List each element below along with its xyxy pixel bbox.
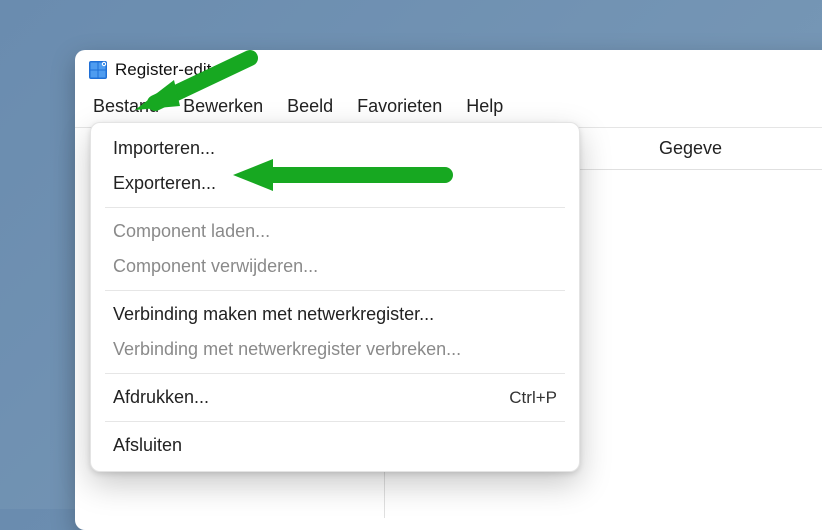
menu-import[interactable]: Importeren... bbox=[91, 131, 579, 166]
menu-separator bbox=[105, 207, 565, 208]
menu-separator bbox=[105, 421, 565, 422]
menu-beeld[interactable]: Beeld bbox=[275, 90, 345, 123]
menu-item-label: Importeren... bbox=[113, 138, 215, 159]
menu-disconnect-network: Verbinding met netwerkregister verbreken… bbox=[91, 332, 579, 367]
column-header-data[interactable]: Gegeve bbox=[645, 128, 822, 169]
menu-item-shortcut: Ctrl+P bbox=[509, 388, 557, 408]
menu-print[interactable]: Afdrukken... Ctrl+P bbox=[91, 380, 579, 415]
menu-unload-hive: Component verwijderen... bbox=[91, 249, 579, 284]
menu-load-hive: Component laden... bbox=[91, 214, 579, 249]
menu-bewerken[interactable]: Bewerken bbox=[171, 90, 275, 123]
file-menu-dropdown: Importeren... Exporteren... Component la… bbox=[90, 122, 580, 472]
titlebar: Register-editor bbox=[75, 50, 822, 86]
menu-help[interactable]: Help bbox=[454, 90, 515, 123]
app-icon bbox=[89, 61, 107, 79]
menu-item-label: Verbinding maken met netwerkregister... bbox=[113, 304, 434, 325]
menu-item-label: Verbinding met netwerkregister verbreken… bbox=[113, 339, 461, 360]
menu-bestand[interactable]: Bestand bbox=[81, 90, 171, 123]
menu-item-label: Afdrukken... bbox=[113, 387, 209, 408]
menu-separator bbox=[105, 290, 565, 291]
menu-favorieten[interactable]: Favorieten bbox=[345, 90, 454, 123]
menu-connect-network[interactable]: Verbinding maken met netwerkregister... bbox=[91, 297, 579, 332]
menu-separator bbox=[105, 373, 565, 374]
menu-item-label: Component laden... bbox=[113, 221, 270, 242]
menu-item-label: Component verwijderen... bbox=[113, 256, 318, 277]
menu-exit[interactable]: Afsluiten bbox=[91, 428, 579, 463]
menu-item-label: Exporteren... bbox=[113, 173, 216, 194]
menu-item-label: Afsluiten bbox=[113, 435, 182, 456]
menu-export[interactable]: Exporteren... bbox=[91, 166, 579, 201]
window-title: Register-editor bbox=[115, 60, 227, 80]
